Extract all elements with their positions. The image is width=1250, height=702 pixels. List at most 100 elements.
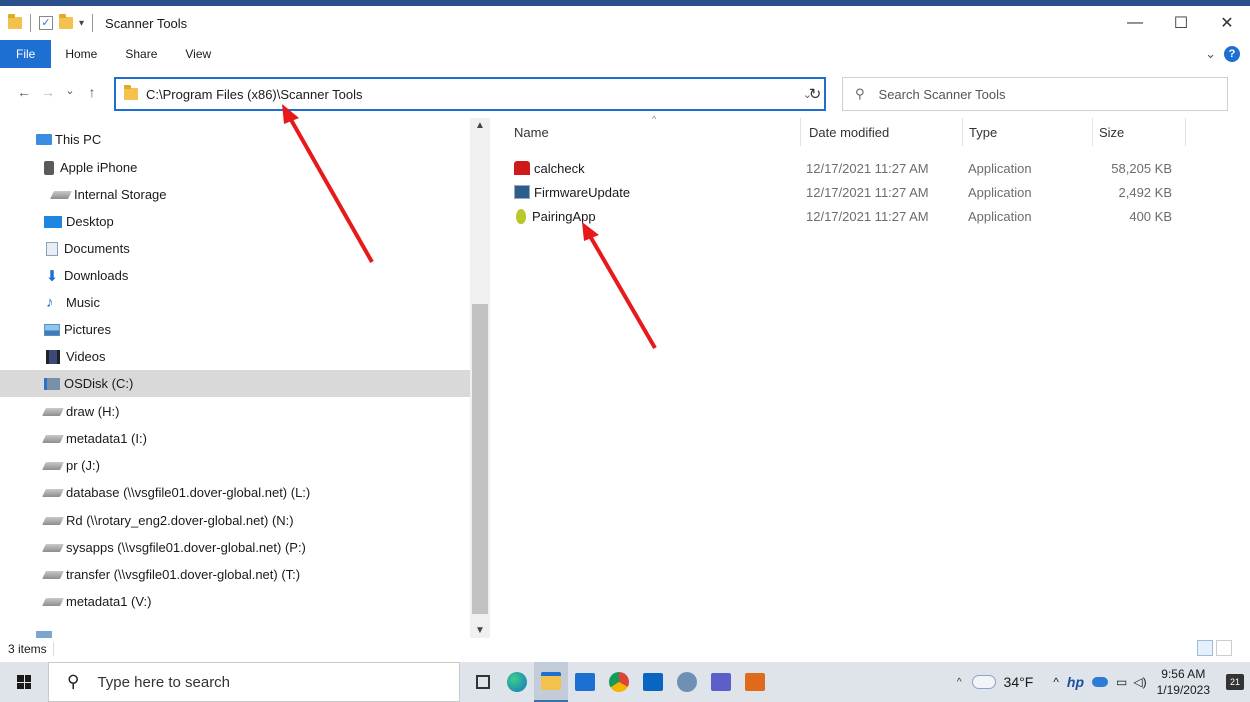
network-icon	[36, 630, 52, 638]
weather-temperature[interactable]: 34°F	[1004, 674, 1034, 690]
properties-icon[interactable]: ✓	[39, 16, 53, 30]
large-icons-view-icon[interactable]	[1216, 640, 1232, 656]
firmware-app-icon	[514, 185, 530, 199]
forward-button[interactable]: →	[38, 84, 58, 100]
close-button[interactable]: ✕	[1204, 6, 1250, 40]
volume-icon[interactable]: ◁)	[1133, 675, 1146, 689]
customize-toolbar-icon[interactable]: ▾	[79, 18, 84, 29]
nav-transfer-drive[interactable]: transfer (\\vsgfile01.dover-global.net) …	[0, 561, 470, 588]
window-controls: — ☐ ✕	[1112, 6, 1250, 40]
teams-icon[interactable]	[704, 662, 738, 702]
notification-center-button[interactable]: 21	[1220, 662, 1250, 702]
hp-icon[interactable]: hp	[1067, 674, 1084, 690]
back-button[interactable]: ←	[14, 84, 34, 100]
maximize-button[interactable]: ☐	[1158, 6, 1204, 40]
file-type: Application	[968, 160, 1032, 176]
nav-draw-drive[interactable]: draw (H:)	[0, 398, 470, 425]
file-type: Application	[968, 208, 1032, 224]
file-row-calcheck[interactable]: calcheck 12/17/2021 11:27 AM Application…	[502, 156, 1202, 180]
snipping-tool-icon[interactable]	[670, 662, 704, 702]
new-folder-icon[interactable]	[59, 14, 73, 29]
scrollbar-thumb[interactable]	[472, 304, 488, 614]
network-drive-icon	[42, 488, 64, 497]
nav-desktop[interactable]: Desktop	[0, 208, 470, 235]
nav-videos[interactable]: Videos	[0, 343, 470, 370]
snip-sketch-icon[interactable]	[738, 662, 772, 702]
file-name: FirmwareUpdate	[534, 184, 631, 200]
nav-network-partial[interactable]	[0, 623, 470, 638]
scroll-up-icon[interactable]: ▲	[470, 120, 490, 131]
videos-icon	[46, 349, 60, 364]
file-size: 58,205 KB	[1111, 160, 1172, 176]
nav-music[interactable]: ♪ Music	[0, 289, 470, 316]
chrome-icon[interactable]	[602, 662, 636, 702]
tab-file[interactable]: File	[0, 40, 52, 68]
address-bar[interactable]: C:\Program Files (x86)\Scanner Tools ⌄	[114, 77, 826, 111]
nav-this-pc[interactable]: This PC	[0, 126, 470, 153]
tab-view[interactable]: View	[171, 40, 225, 68]
search-box[interactable]: ⚲ Search Scanner Tools	[842, 77, 1228, 111]
nav-sysapps-drive[interactable]: sysapps (\\vsgfile01.dover-global.net) (…	[0, 534, 470, 561]
minimize-button[interactable]: —	[1112, 6, 1158, 40]
address-row: ← → ⌄ ↑ C:\Program Files (x86)\Scanner T…	[0, 72, 1250, 116]
network-icon[interactable]: ▭	[1116, 675, 1127, 689]
pictures-icon	[44, 323, 60, 336]
nav-internal-storage[interactable]: Internal Storage	[0, 181, 470, 208]
nav-apple-iphone[interactable]: Apple iPhone	[0, 154, 470, 181]
details-view-icon[interactable]	[1197, 640, 1213, 656]
taskbar-search[interactable]: ⚲ Type here to search	[48, 662, 460, 702]
refresh-button[interactable]: ↻	[800, 72, 830, 116]
network-drive-icon	[42, 597, 64, 606]
column-header-size[interactable]: Size	[1092, 118, 1186, 146]
nav-rd-drive[interactable]: Rd (\\rotary_eng2.dover-global.net) (N:)	[0, 507, 470, 534]
weather-icon[interactable]	[971, 675, 996, 689]
start-button[interactable]	[0, 662, 48, 702]
nav-label: Videos	[66, 349, 106, 364]
nav-osdisk[interactable]: OSDisk (C:)	[0, 370, 470, 397]
up-button[interactable]: ↑	[82, 84, 102, 100]
column-header-date[interactable]: Date modified	[800, 118, 962, 146]
show-hidden-icons-icon[interactable]: ^	[957, 677, 962, 688]
edge-icon[interactable]	[500, 662, 534, 702]
outlook-icon[interactable]	[636, 662, 670, 702]
nav-label: Rd (\\rotary_eng2.dover-global.net) (N:)	[66, 513, 294, 528]
network-drive-icon	[42, 570, 64, 579]
nav-pr-drive[interactable]: pr (J:)	[0, 452, 470, 479]
folder-icon	[8, 14, 22, 29]
scroll-down-icon[interactable]: ▼	[470, 625, 490, 636]
tray-chevron-icon[interactable]: ^	[1053, 675, 1059, 689]
tab-home[interactable]: Home	[51, 40, 111, 68]
phone-icon	[44, 160, 54, 175]
column-header-name[interactable]: Name ^	[502, 114, 800, 146]
nav-label: Music	[66, 295, 100, 310]
column-header-type[interactable]: Type	[962, 118, 1092, 146]
file-row-firmwareupdate[interactable]: FirmwareUpdate 12/17/2021 11:27 AM Appli…	[502, 180, 1202, 204]
help-icon[interactable]: ?	[1224, 46, 1240, 62]
nav-downloads[interactable]: ⬇ Downloads	[0, 262, 470, 289]
taskbar: ⚲ Type here to search ^ 34°F ^ hp ▭ ◁) 9…	[0, 662, 1250, 702]
nav-metadata1-v-drive[interactable]: metadata1 (V:)	[0, 588, 470, 615]
expand-ribbon-icon[interactable]: ⌄	[1205, 46, 1216, 62]
navigation-pane: This PC Apple iPhone Internal Storage De…	[0, 118, 470, 638]
pc-icon	[36, 134, 52, 145]
file-row-pairingapp[interactable]: PairingApp 12/17/2021 11:27 AM Applicati…	[502, 204, 1202, 228]
task-view-icon[interactable]	[466, 662, 500, 702]
ribbon-tabs: File Home Share View ⌄ ?	[0, 40, 1250, 68]
nav-documents[interactable]: Documents	[0, 235, 470, 262]
recent-locations-button[interactable]: ⌄	[60, 84, 80, 97]
onedrive-icon[interactable]	[1092, 677, 1109, 687]
nav-pictures[interactable]: Pictures	[0, 316, 470, 343]
clock[interactable]: 9:56 AM 1/19/2023	[1157, 666, 1210, 698]
tab-share[interactable]: Share	[111, 40, 171, 68]
network-drive-icon	[42, 461, 64, 470]
mail-icon[interactable]	[568, 662, 602, 702]
nav-label: Apple iPhone	[60, 160, 138, 175]
nav-scrollbar[interactable]: ▲ ▼	[470, 118, 490, 638]
file-type: Application	[968, 184, 1032, 200]
search-icon: ⚲	[855, 86, 865, 101]
nav-label: transfer (\\vsgfile01.dover-global.net) …	[66, 567, 301, 582]
file-explorer-icon[interactable]	[534, 662, 568, 702]
nav-metadata1-i-drive[interactable]: metadata1 (I:)	[0, 425, 470, 452]
nav-database-drive[interactable]: database (\\vsgfile01.dover-global.net) …	[0, 479, 470, 506]
address-path[interactable]: C:\Program Files (x86)\Scanner Tools	[146, 87, 363, 102]
